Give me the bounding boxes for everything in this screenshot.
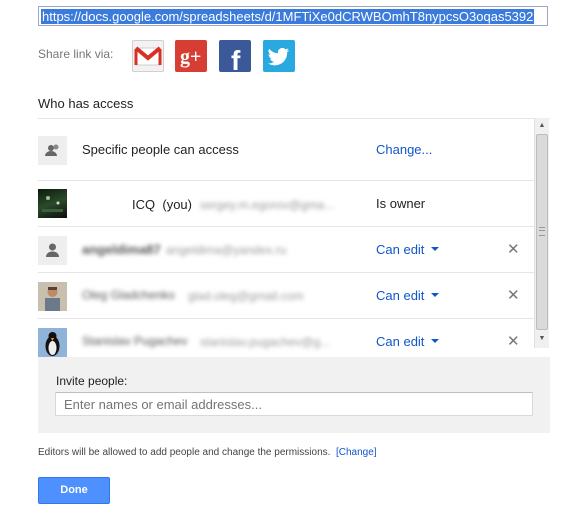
person-name: Oleg Gladchenko xyxy=(82,288,175,302)
person-avatar xyxy=(38,236,67,265)
share-via-label: Share link via: xyxy=(38,47,114,61)
share-link-url[interactable]: https://docs.google.com/spreadsheets/d/1… xyxy=(41,9,535,24)
invite-label: Invite people: xyxy=(56,374,128,388)
person-avatar xyxy=(38,328,67,357)
facebook-glyph: f xyxy=(231,45,241,72)
owner-role: Is owner xyxy=(376,196,426,211)
remove-person-icon[interactable]: ✕ xyxy=(507,334,520,349)
person-avatar xyxy=(38,282,67,311)
share-link-field[interactable]: https://docs.google.com/spreadsheets/d/1… xyxy=(38,6,548,26)
owner-row: ICQ (you) sergey.m.egorov@gma... Is owne… xyxy=(38,181,535,227)
person-email: glad.oleg@gmail.com xyxy=(188,289,304,303)
scroll-up-icon[interactable]: ▲ xyxy=(535,119,549,133)
scroll-thumb[interactable] xyxy=(536,134,548,330)
owner-avatar xyxy=(38,189,67,218)
scroll-down-icon[interactable]: ▼ xyxy=(535,332,549,346)
google-plus-glyph: g+ xyxy=(180,46,201,68)
visibility-row: Specific people can access Change... xyxy=(38,119,535,181)
person-email: angeldima@yandex.ru xyxy=(166,243,287,257)
access-list: Specific people can access Change... ICQ… xyxy=(38,118,550,357)
permission-label: Can edit xyxy=(376,242,425,257)
invite-input[interactable] xyxy=(55,392,533,416)
remove-person-icon[interactable]: ✕ xyxy=(507,288,520,303)
change-visibility-link[interactable]: Change... xyxy=(376,142,432,157)
editors-note: Editors will be allowed to add people an… xyxy=(38,447,377,458)
people-icon xyxy=(38,136,67,165)
visibility-label: Specific people can access xyxy=(82,142,239,157)
owner-name: ICQ (you) xyxy=(132,197,192,212)
twitter-icon[interactable] xyxy=(263,40,295,72)
who-has-access-title: Who has access xyxy=(38,96,134,111)
caret-down-icon xyxy=(431,292,440,297)
google-plus-icon[interactable]: g+ xyxy=(175,40,207,72)
invite-panel: Invite people: xyxy=(38,357,550,433)
editors-note-text: Editors will be allowed to add people an… xyxy=(38,447,331,458)
person-row: Stanislav Pugachev stanislav.pugachev@g.… xyxy=(38,319,535,357)
permission-dropdown[interactable]: Can edit xyxy=(376,242,440,257)
owner-display-name: ICQ xyxy=(132,197,156,212)
change-permissions-link[interactable]: [Change] xyxy=(336,447,377,458)
done-button[interactable]: Done xyxy=(38,477,110,504)
caret-down-icon xyxy=(431,246,440,251)
permission-dropdown[interactable]: Can edit xyxy=(376,288,440,303)
facebook-icon[interactable]: f xyxy=(219,40,251,72)
remove-person-icon[interactable]: ✕ xyxy=(507,242,520,257)
grip-icon xyxy=(539,227,545,236)
caret-down-icon xyxy=(431,338,440,343)
person-name: angeldima87 xyxy=(82,242,161,257)
gmail-icon[interactable] xyxy=(132,40,164,72)
permission-dropdown[interactable]: Can edit xyxy=(376,334,440,349)
permission-label: Can edit xyxy=(376,334,425,349)
permission-label: Can edit xyxy=(376,288,425,303)
owner-you-label: (you) xyxy=(162,197,192,212)
person-name: Stanislav Pugachev xyxy=(82,334,188,348)
owner-email: sergey.m.egorov@gma... xyxy=(200,198,335,212)
person-row: Oleg Gladchenko glad.oleg@gmail.com Can … xyxy=(38,273,535,319)
person-row: angeldima87 angeldima@yandex.ru Can edit… xyxy=(38,227,535,273)
person-email: stanislav.pugachev@g... xyxy=(200,335,331,349)
access-list-scrollbar[interactable]: ▲ ▼ xyxy=(534,118,549,348)
